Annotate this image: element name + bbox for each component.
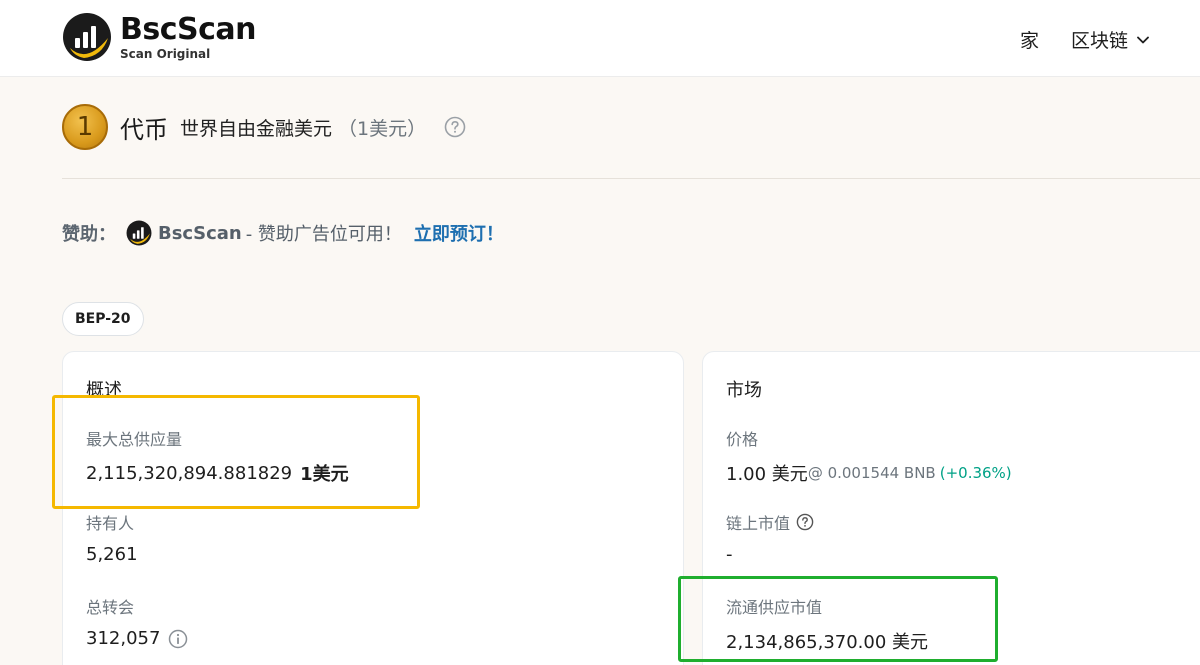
question-circle-icon[interactable] (796, 513, 814, 531)
coin-icon-label: 1 (76, 112, 94, 142)
max-supply-highlight (52, 395, 420, 509)
onchain-mcap-label: 链上市值 (726, 514, 791, 533)
transfers-value-row: 312,057 (86, 628, 188, 649)
bscscan-logo-icon (126, 220, 152, 246)
token-title-row: 1 代币 世界自由金融美元 （1美元） (62, 104, 466, 150)
market-title: 市场 (726, 380, 762, 401)
main-nav: 家 区块链 (1020, 26, 1150, 53)
price-change: (+0.36%) (939, 464, 1012, 482)
holders-label: 持有人 (86, 514, 135, 533)
sponsor-bar: 赞助： BscScan - 赞助广告位可用！ 立即预订！ (62, 220, 504, 246)
nav-home[interactable]: 家 (1020, 26, 1039, 53)
price-value: 1.00 美元 (726, 464, 808, 485)
token-standard-badge: BEP-20 (62, 302, 144, 336)
sponsor-brand: BscScan (158, 222, 242, 244)
token-symbol: （1美元） (338, 117, 427, 140)
title-divider (62, 178, 1200, 179)
nav-blockchain-label: 区块链 (1071, 30, 1129, 52)
circ-mcap-highlight (678, 576, 998, 662)
price-value-row: 1.00 美元 @ 0.001544 BNB (+0.36%) (726, 460, 1012, 486)
price-bnb: @ 0.001544 BNB (807, 464, 936, 482)
transfers-field: 总转会 312,057 (86, 594, 188, 649)
site-header: BscScan Scan Original 家 区块链 (0, 0, 1200, 77)
bscscan-logo[interactable]: BscScan Scan Original (62, 11, 257, 62)
onchain-mcap-field: 链上市值 - (726, 510, 814, 565)
question-circle-icon[interactable] (444, 116, 466, 138)
nav-blockchain[interactable]: 区块链 (1071, 26, 1150, 53)
holders-field: 持有人 5,261 (86, 510, 138, 565)
sponsor-label: 赞助： (62, 224, 116, 245)
sponsor-text: - 赞助广告位可用！ (245, 224, 402, 245)
info-circle-icon[interactable] (168, 629, 188, 649)
onchain-mcap-value: - (726, 544, 733, 565)
book-now-link[interactable]: 立即预订！ (414, 220, 504, 246)
onchain-mcap-label-row: 链上市值 (726, 510, 814, 534)
chevron-down-icon (1137, 36, 1149, 43)
price-label: 价格 (726, 430, 759, 449)
logo-subtitle: Scan Original (120, 46, 211, 61)
logo-name: BscScan (120, 11, 257, 47)
token-label: 代币 (120, 115, 168, 144)
transfers-value: 312,057 (86, 628, 161, 649)
token-name: 世界自由金融美元 (180, 117, 333, 140)
price-field: 价格 1.00 美元 @ 0.001544 BNB (+0.36%) (726, 426, 1012, 486)
transfers-label: 总转会 (86, 598, 135, 617)
holders-value: 5,261 (86, 544, 138, 565)
bscscan-logo-icon (63, 13, 111, 61)
coin-icon: 1 (62, 104, 108, 150)
